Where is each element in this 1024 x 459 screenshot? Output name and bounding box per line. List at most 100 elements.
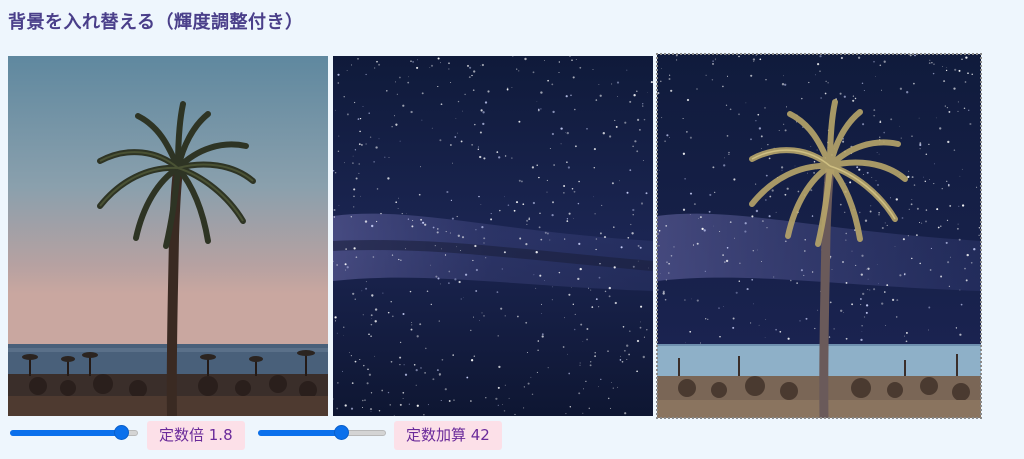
star [957,223,959,225]
star [455,118,457,119]
star [755,183,757,185]
star [918,117,920,119]
star [365,287,368,290]
star [733,237,735,239]
star [402,312,405,316]
star [959,175,961,177]
star [911,135,913,137]
star [658,230,661,232]
star [643,336,645,338]
star [875,76,876,77]
star [959,289,961,291]
star [513,209,516,212]
star [911,257,913,260]
star [905,340,908,343]
slider-thumb[interactable] [114,425,129,440]
star [412,61,414,63]
star [337,73,340,76]
star [646,329,648,331]
star [902,238,905,241]
star [636,118,640,122]
star [948,110,951,113]
star [668,262,670,265]
star [778,130,780,132]
star [371,224,374,228]
star [609,407,612,409]
star [626,191,629,194]
star [870,205,872,207]
slider-thumb[interactable] [334,425,349,440]
star [842,140,845,143]
star [769,195,772,198]
star [860,338,863,342]
star [572,303,574,305]
star [958,69,961,72]
star [484,101,488,104]
star [343,96,345,98]
star [958,238,961,241]
star [370,335,372,337]
star [873,60,875,63]
star [599,94,602,97]
addend-slider[interactable] [258,425,386,440]
star [953,87,956,90]
star [946,67,948,68]
star [473,70,476,73]
star [869,289,871,291]
star [362,407,364,408]
star [726,247,729,249]
star [784,240,787,243]
star [410,328,413,331]
star [354,298,356,300]
multiplier-slider[interactable] [10,425,138,440]
star [935,117,937,119]
star [628,353,630,356]
star [429,67,431,68]
star [594,352,596,354]
star [617,386,618,388]
star [845,281,848,284]
star [816,149,818,151]
star [804,239,806,241]
star [502,404,503,405]
star [333,209,336,211]
star [579,362,581,364]
star [703,229,706,232]
star [861,325,863,327]
star [877,184,879,186]
star [676,59,678,61]
star [696,88,698,90]
star [949,204,952,207]
star [693,244,694,245]
star [450,144,452,146]
star [535,251,538,254]
star [780,166,784,169]
star [878,213,880,216]
star [481,312,483,314]
star [637,260,639,262]
star [733,178,736,181]
star [693,203,696,206]
star [577,277,580,281]
star [523,407,525,409]
star [901,217,904,219]
star [940,275,943,278]
star [614,119,616,121]
star [490,213,492,215]
star [728,153,730,156]
star [860,304,862,306]
star [393,115,396,117]
star [879,121,882,123]
star [474,244,477,248]
star [399,76,401,79]
star [911,199,913,201]
star [839,203,842,206]
star [707,318,709,320]
star [568,293,571,296]
star [927,329,929,331]
star [708,210,711,213]
star [437,85,439,88]
star [408,76,409,78]
star [374,355,376,357]
star [526,223,528,225]
